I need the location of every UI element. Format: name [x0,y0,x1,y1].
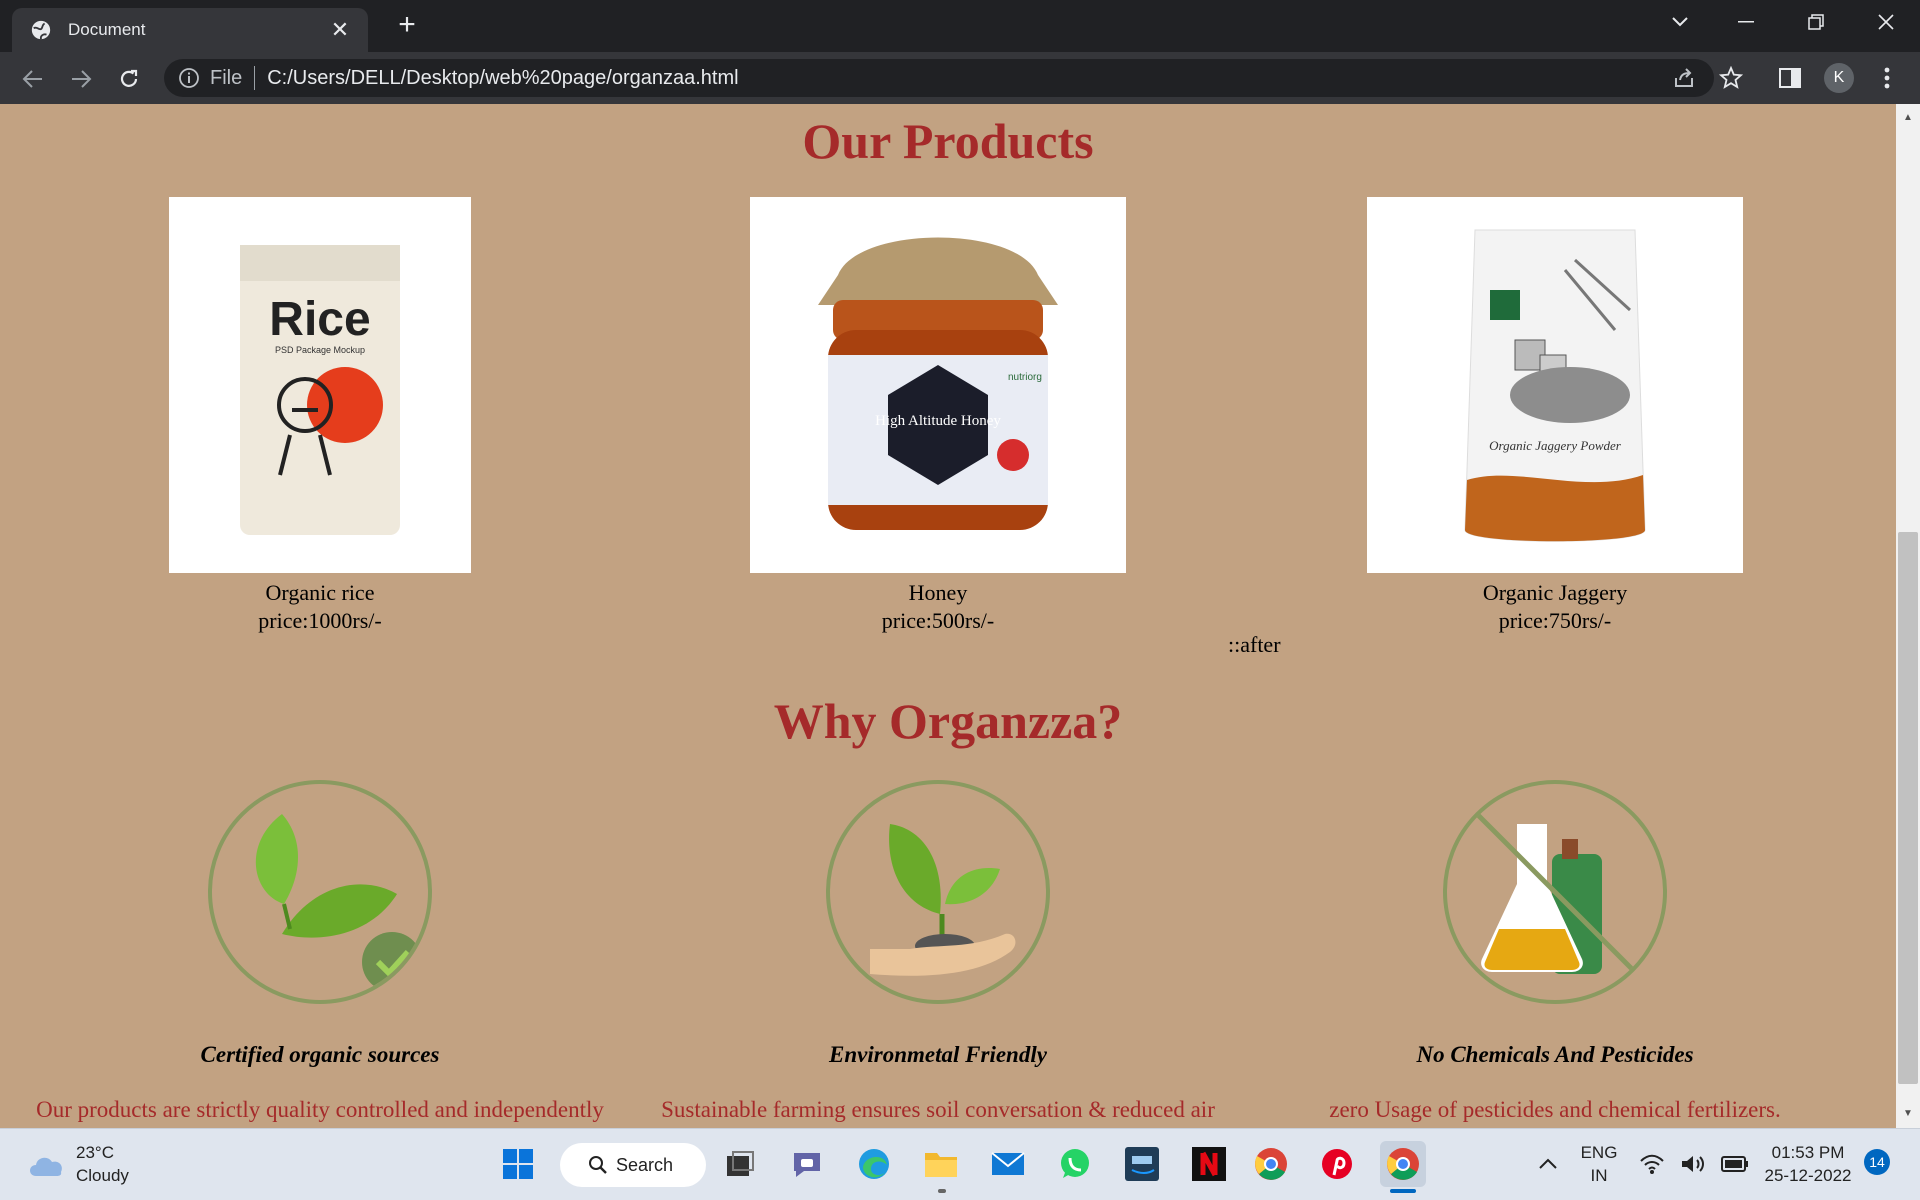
netflix-icon[interactable] [1186,1141,1232,1187]
honey-label: High Altitude Honey [875,413,1001,429]
language-code: ENG [1580,1143,1618,1162]
side-panel-icon[interactable] [1776,64,1804,92]
products-heading: Our Products [802,113,1094,169]
minimize-button[interactable] [1716,0,1776,44]
product-image-honey: High Altitude Honey nutriorg [750,197,1126,573]
address-bar[interactable]: File C:/Users/DELL/Desktop/web%20page/or… [164,59,1714,97]
feature-description: Sustainable farming ensures soil convers… [661,1097,1215,1128]
search-icon [589,1156,607,1174]
back-button[interactable] [18,64,48,94]
teams-chat-icon[interactable] [784,1141,830,1187]
product-name: Organic rice [265,580,375,605]
rice-package-sublabel: PSD Package Mockup [275,345,365,355]
notification-badge[interactable]: 14 [1864,1149,1890,1175]
product-image-jaggery: Organic Jaggery Powder [1367,197,1743,573]
scrollbar-thumb[interactable] [1898,532,1918,1084]
pseudo-element-label: ::after [1228,632,1281,657]
clock-date: 25-12-2022 [1764,1166,1852,1185]
feature-description: zero Usage of pesticides and chemical fe… [1329,1097,1781,1122]
profile-avatar[interactable]: K [1824,63,1854,93]
weather-temperature: 23°C [76,1143,114,1162]
globe-icon [31,20,51,40]
product-name: Organic Jaggery [1482,580,1628,605]
product-card: Rice PSD Package Mockup Organic rice pri… [110,197,530,635]
windows-start-icon[interactable] [495,1141,541,1187]
jaggery-label: Organic Jaggery Powder [1489,438,1622,453]
forward-button[interactable] [66,64,96,94]
plant-in-hand-icon [826,780,1050,1004]
new-tab-button[interactable]: + [392,10,422,40]
product-price: price:500rs/- [881,608,995,633]
product-name: Honey [908,580,968,605]
reload-button[interactable] [114,64,144,94]
taskbar-search[interactable]: Search [560,1143,706,1187]
chrome-icon[interactable] [1248,1141,1294,1187]
whatsapp-icon[interactable] [1052,1141,1098,1187]
wifi-icon [1640,1154,1665,1174]
show-hidden-icons-chevron-icon[interactable] [1524,1141,1572,1187]
no-chemicals-icon [1443,780,1667,1004]
running-app-indicator [938,1189,946,1193]
tab-title: Document [68,20,146,39]
scroll-up-arrow-icon[interactable]: ▲ [1896,108,1920,128]
file-scheme-label: File [210,66,243,89]
product-image-rice: Rice PSD Package Mockup [169,197,471,573]
product-card: Organic Jaggery Powder Organic Jaggery p… [1345,197,1765,635]
feature-title: Certified organic sources [200,1042,440,1067]
close-window-button[interactable] [1856,0,1916,44]
weather-description: Cloudy [76,1166,129,1185]
close-tab-icon[interactable]: ✕ [328,17,352,43]
feature-title: No Chemicals And Pesticides [1416,1042,1694,1067]
file-explorer-icon[interactable] [918,1141,964,1187]
chrome-active-icon[interactable] [1380,1141,1426,1187]
search-label: Search [616,1154,674,1175]
browser-titlebar: Document ✕ + [0,0,1920,52]
share-icon[interactable] [1670,64,1698,92]
product-price: price:1000rs/- [258,608,382,633]
cloud-icon [30,1157,62,1176]
tab-search-chevron-icon[interactable] [1650,0,1710,44]
product-card: High Altitude Honey nutriorg Honey price… [728,197,1148,635]
omnibox-divider [254,66,256,90]
windows-taskbar: 23°C Cloudy Search ENG IN 01:53 PM 25-12… [0,1128,1920,1200]
feature-description: Our products are strictly quality contro… [36,1097,604,1128]
honey-brand: nutriorg [1008,372,1042,383]
pinterest-icon[interactable] [1314,1141,1360,1187]
page-viewport: Our Products Rice PSD Package Mockup Org… [0,104,1896,1128]
restore-button[interactable] [1786,0,1846,44]
rice-package-label: Rice [269,293,370,346]
why-heading: Why Organzza? [773,693,1123,749]
bookmark-star-icon[interactable] [1717,64,1745,92]
battery-icon [1720,1156,1748,1172]
leaf-certified-icon [208,780,432,1004]
feature-card: Environmetal Friendly Sustainable farmin… [628,780,1248,1128]
menu-kebab-icon[interactable] [1873,64,1901,92]
clock-time: 01:53 PM [1771,1143,1845,1162]
feature-card: No Chemicals And Pesticides zero Usage o… [1245,780,1865,1124]
scroll-down-arrow-icon[interactable]: ▼ [1896,1104,1920,1124]
site-info-icon[interactable] [178,67,200,89]
active-app-indicator [1390,1189,1416,1193]
prime-video-icon[interactable] [1119,1141,1165,1187]
mail-icon[interactable] [985,1141,1031,1187]
region-code: IN [1590,1166,1608,1185]
language-indicator[interactable]: ENG IN [1576,1141,1622,1187]
edge-browser-icon[interactable] [851,1141,897,1187]
feature-card: Certified organic sources Our products a… [10,780,630,1128]
browser-tab[interactable]: Document ✕ [12,8,368,52]
product-price: price:750rs/- [1498,608,1612,633]
weather-widget[interactable]: 23°C Cloudy [26,1141,129,1187]
feature-title: Environmetal Friendly [829,1042,1047,1067]
task-view-icon[interactable] [717,1141,763,1187]
volume-icon [1681,1156,1704,1172]
url-text[interactable]: C:/Users/DELL/Desktop/web%20page/organza… [267,67,738,90]
clock[interactable]: 01:53 PM 25-12-2022 [1760,1141,1856,1187]
system-tray-quick-settings[interactable] [1632,1141,1756,1187]
